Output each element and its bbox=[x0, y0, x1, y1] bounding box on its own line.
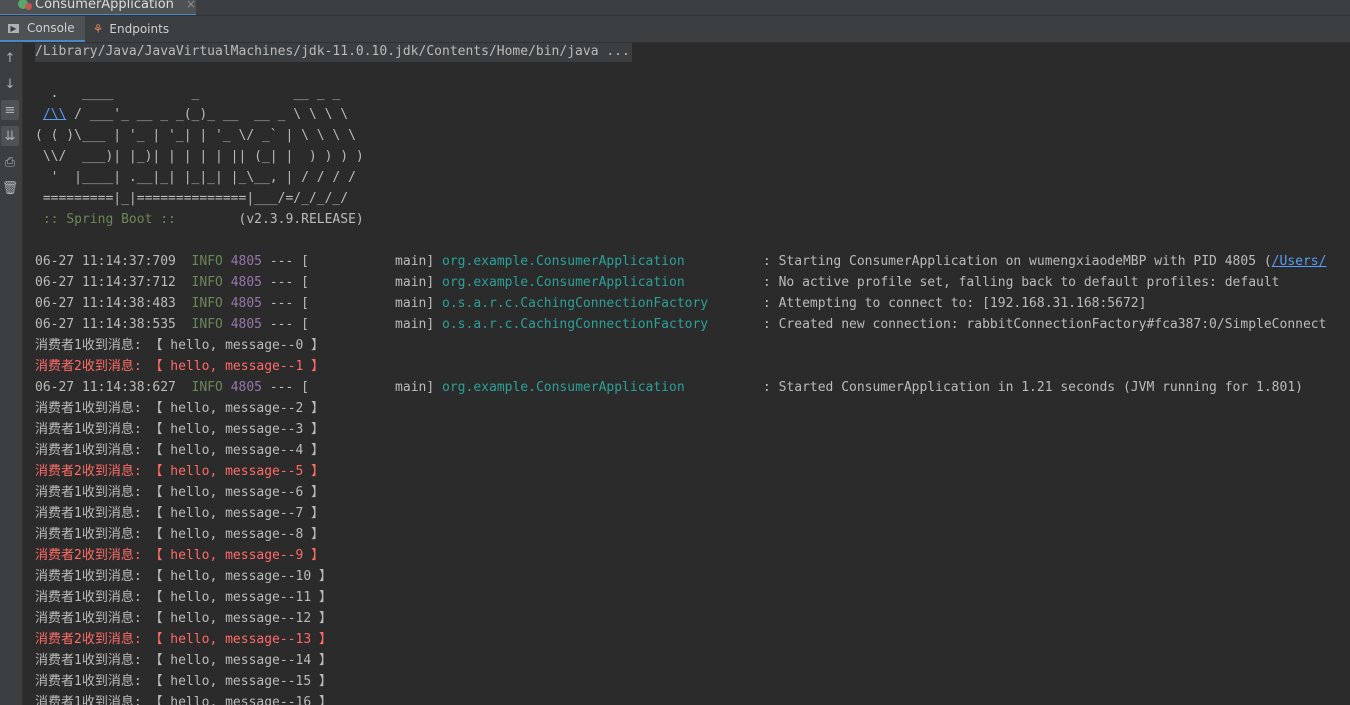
log-message: : No active profile set, falling back to… bbox=[755, 275, 1280, 290]
banner-line: =========|_|==============|___/=/_/_/_/ bbox=[35, 191, 349, 206]
close-icon[interactable]: × bbox=[186, 0, 196, 11]
consumer-message: 消费者1收到消息: 【 hello, message--3 】 bbox=[35, 422, 325, 437]
log-logger: org.example.ConsumerApplication bbox=[442, 380, 756, 395]
consumer-message: 消费者1收到消息: 【 hello, message--7 】 bbox=[35, 506, 325, 521]
down-arrow-icon[interactable]: ↓ bbox=[1, 74, 19, 94]
consumer-message: 消费者2收到消息: 【 hello, message--9 】 bbox=[35, 548, 325, 563]
log-line: 06-27 11:14:38:627 INFO 4805 --- [ main]… bbox=[35, 377, 1303, 398]
console-icon: ▶ bbox=[8, 23, 19, 33]
spring-boot-label: :: Spring Boot :: bbox=[35, 212, 184, 227]
consumer-message: 消费者2收到消息: 【 hello, message--5 】 bbox=[35, 464, 325, 479]
log-pid: 4805 bbox=[230, 254, 262, 269]
log-message: : Started ConsumerApplication in 1.21 se… bbox=[755, 380, 1303, 395]
consumer-message: 消费者1收到消息: 【 hello, message--12 】 bbox=[35, 611, 333, 626]
log-date: 06-27 11:14:38:535 bbox=[35, 317, 176, 332]
consumer-message: 消费者1收到消息: 【 hello, message--8 】 bbox=[35, 527, 325, 542]
console-toolbar: ↑ ↓ ≡ ⇊ ⎙ 🗑 bbox=[0, 43, 23, 705]
run-tab-label: ConsumerApplication bbox=[35, 0, 174, 12]
spring-boot-version: (v2.3.9.RELEASE) bbox=[183, 212, 364, 227]
banner-line: \\/ ___)| |_)| | | | | || (_| | ) ) ) ) bbox=[35, 149, 364, 164]
command-line: /Library/Java/JavaVirtualMachines/jdk-11… bbox=[35, 43, 632, 62]
run-tab-strip: ConsumerApplication × bbox=[0, 0, 1350, 16]
tab-endpoints-label: Endpoints bbox=[109, 22, 170, 36]
spring-app-icon bbox=[18, 0, 32, 11]
tab-console[interactable]: ▶ Console bbox=[0, 16, 85, 42]
log-sep: --- [ bbox=[262, 296, 309, 311]
log-logger: o.s.a.r.c.CachingConnectionFactory bbox=[442, 296, 756, 311]
log-logger: org.example.ConsumerApplication bbox=[442, 275, 756, 290]
log-level: INFO bbox=[191, 275, 223, 290]
log-line: 06-27 11:14:37:709 INFO 4805 --- [ main]… bbox=[35, 251, 1326, 272]
log-pid: 4805 bbox=[230, 275, 262, 290]
banner-line: ' |____| .__|_| |_|_| |_\__, | / / / / bbox=[35, 170, 356, 185]
consumer-message: 消费者1收到消息: 【 hello, message--11 】 bbox=[35, 590, 333, 605]
log-line: 06-27 11:14:38:535 INFO 4805 --- [ main]… bbox=[35, 314, 1326, 335]
trash-icon[interactable]: 🗑 bbox=[1, 178, 19, 198]
consumer-message: 消费者1收到消息: 【 hello, message--6 】 bbox=[35, 485, 325, 500]
run-tab-consumer-application[interactable]: ConsumerApplication × bbox=[0, 0, 196, 15]
log-sep: --- [ bbox=[262, 254, 309, 269]
log-logger: o.s.a.r.c.CachingConnectionFactory bbox=[442, 317, 756, 332]
tab-console-label: Console bbox=[27, 21, 75, 35]
console-output[interactable]: /Library/Java/JavaVirtualMachines/jdk-11… bbox=[23, 43, 1350, 705]
consumer-message: 消费者1收到消息: 【 hello, message--15 】 bbox=[35, 674, 333, 689]
log-level: INFO bbox=[191, 317, 223, 332]
soft-wrap-icon[interactable]: ≡ bbox=[1, 100, 19, 120]
log-path-link[interactable]: /Users/ bbox=[1272, 254, 1327, 269]
log-date: 06-27 11:14:37:709 bbox=[35, 254, 176, 269]
log-level: INFO bbox=[191, 296, 223, 311]
scroll-to-end-icon[interactable]: ⇊ bbox=[1, 126, 19, 146]
banner-line: ( ( )\___ | '_ | '_| | '_ \/ _` | \ \ \ … bbox=[35, 128, 356, 143]
log-line: 06-27 11:14:37:712 INFO 4805 --- [ main]… bbox=[35, 272, 1280, 293]
log-thread: main] bbox=[308, 380, 443, 395]
tab-endpoints[interactable]: ⚘ Endpoints bbox=[85, 16, 179, 42]
banner-link[interactable]: /\\ bbox=[43, 107, 66, 122]
log-pid: 4805 bbox=[230, 380, 262, 395]
log-sep: --- [ bbox=[262, 317, 309, 332]
consumer-message: 消费者2收到消息: 【 hello, message--1 】 bbox=[35, 359, 325, 374]
log-date: 06-27 11:14:37:712 bbox=[35, 275, 176, 290]
tool-tab-bar: ▶ Console ⚘ Endpoints bbox=[0, 16, 1350, 43]
banner-line: /\\ / ___'_ __ _ _(_)_ __ __ _ \ \ \ \ bbox=[35, 104, 348, 125]
log-message: : Attempting to connect to: [192.168.31.… bbox=[755, 296, 1147, 311]
log-date: 06-27 11:14:38:483 bbox=[35, 296, 176, 311]
log-date: 06-27 11:14:38:627 bbox=[35, 380, 176, 395]
consumer-message: 消费者1收到消息: 【 hello, message--10 】 bbox=[35, 569, 333, 584]
banner-space bbox=[35, 107, 43, 122]
consumer-message: 消费者1收到消息: 【 hello, message--0 】 bbox=[35, 338, 325, 353]
log-message: : Starting ConsumerApplication on wumeng… bbox=[755, 254, 1272, 269]
consumer-message: 消费者1收到消息: 【 hello, message--14 】 bbox=[35, 653, 333, 668]
banner-line-rest: / ___'_ __ _ _(_)_ __ __ _ \ \ \ \ bbox=[66, 107, 349, 122]
log-pid: 4805 bbox=[230, 317, 262, 332]
consumer-message: 消费者1收到消息: 【 hello, message--2 】 bbox=[35, 401, 325, 416]
log-thread: main] bbox=[308, 296, 443, 311]
log-sep: --- [ bbox=[262, 275, 309, 290]
log-sep: --- [ bbox=[262, 380, 309, 395]
log-pid: 4805 bbox=[230, 296, 262, 311]
up-arrow-icon[interactable]: ↑ bbox=[1, 48, 19, 68]
consumer-message: 消费者1收到消息: 【 hello, message--4 】 bbox=[35, 443, 325, 458]
log-level: INFO bbox=[191, 254, 223, 269]
log-logger: org.example.ConsumerApplication bbox=[442, 254, 756, 269]
log-thread: main] bbox=[308, 275, 443, 290]
log-message: : Created new connection: rabbitConnecti… bbox=[755, 317, 1327, 332]
endpoints-icon: ⚘ bbox=[92, 22, 104, 36]
consumer-message: 消费者1收到消息: 【 hello, message--16 】 bbox=[35, 695, 333, 705]
consumer-message: 消费者2收到消息: 【 hello, message--13 】 bbox=[35, 632, 333, 647]
log-level: INFO bbox=[191, 380, 223, 395]
log-thread: main] bbox=[308, 317, 443, 332]
log-thread: main] bbox=[308, 254, 443, 269]
print-icon[interactable]: ⎙ bbox=[1, 152, 19, 172]
log-line: 06-27 11:14:38:483 INFO 4805 --- [ main]… bbox=[35, 293, 1146, 314]
banner-line: . ____ _ __ _ _ bbox=[35, 86, 341, 101]
spring-boot-version-line: :: Spring Boot :: (v2.3.9.RELEASE) bbox=[35, 209, 364, 230]
